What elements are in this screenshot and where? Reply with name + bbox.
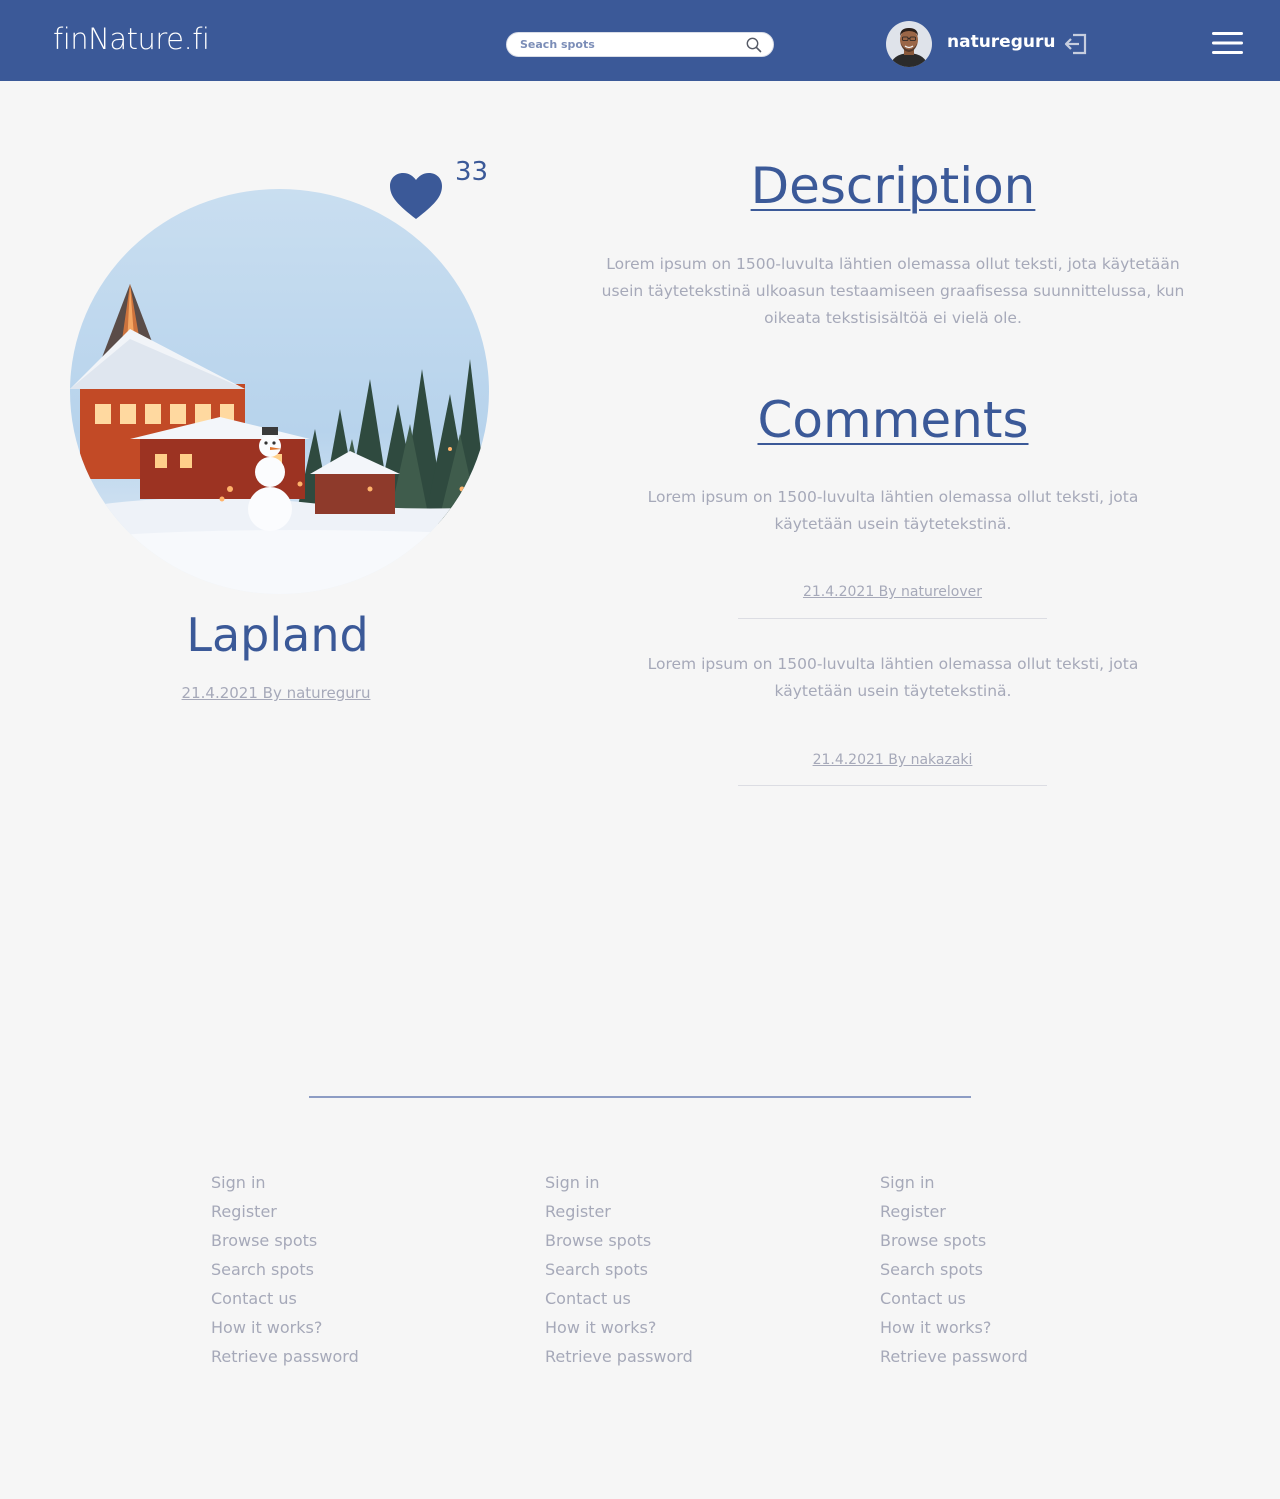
search-bar bbox=[506, 32, 774, 57]
footer-column-2: Sign in Register Browse spots Search spo… bbox=[545, 1170, 693, 1373]
spot-title: Lapland bbox=[186, 608, 369, 662]
hamburger-menu-icon[interactable] bbox=[1211, 30, 1243, 56]
footer-column-1: Sign in Register Browse spots Search spo… bbox=[211, 1170, 359, 1373]
footer-link-how-it-works[interactable]: How it works? bbox=[211, 1315, 359, 1344]
footer-link-search-spots[interactable]: Search spots bbox=[880, 1257, 1028, 1286]
footer-link-contact-us[interactable]: Contact us bbox=[880, 1286, 1028, 1315]
footer-link-search-spots[interactable]: Search spots bbox=[211, 1257, 359, 1286]
site-logo[interactable]: finNature.fi bbox=[53, 22, 210, 56]
top-nav-bar: finNature.fi natureguru bbox=[0, 0, 1280, 81]
spot-photo bbox=[70, 189, 489, 594]
footer-link-sign-in[interactable]: Sign in bbox=[880, 1170, 1028, 1199]
search-icon[interactable] bbox=[745, 36, 763, 54]
comment-divider bbox=[738, 618, 1047, 619]
comment-text: Lorem ipsum on 1500-luvulta lähtien olem… bbox=[647, 488, 1139, 533]
footer-link-retrieve-password[interactable]: Retrieve password bbox=[880, 1344, 1028, 1373]
footer-link-browse-spots[interactable]: Browse spots bbox=[545, 1228, 693, 1257]
footer-link-register[interactable]: Register bbox=[880, 1199, 1028, 1228]
like-count: 33 bbox=[455, 157, 489, 187]
footer-link-retrieve-password[interactable]: Retrieve password bbox=[545, 1344, 693, 1373]
spot-author-meta[interactable]: 21.4.2021 By natureguru bbox=[70, 684, 482, 702]
comments-heading: Comments bbox=[757, 391, 1029, 449]
username[interactable]: natureguru bbox=[947, 32, 1055, 52]
footer-divider bbox=[309, 1096, 971, 1098]
comment-text: Lorem ipsum on 1500-luvulta lähtien olem… bbox=[647, 655, 1139, 700]
footer-link-sign-in[interactable]: Sign in bbox=[545, 1170, 693, 1199]
footer-link-browse-spots[interactable]: Browse spots bbox=[211, 1228, 359, 1257]
user-avatar[interactable] bbox=[886, 21, 932, 67]
footer-link-register[interactable]: Register bbox=[211, 1199, 359, 1228]
description-heading: Description bbox=[750, 157, 1036, 215]
description-text: Lorem ipsum on 1500-luvulta lähtien olem… bbox=[601, 255, 1185, 327]
footer-link-retrieve-password[interactable]: Retrieve password bbox=[211, 1344, 359, 1373]
comment-divider bbox=[738, 785, 1047, 786]
footer-link-contact-us[interactable]: Contact us bbox=[211, 1286, 359, 1315]
footer-column-3: Sign in Register Browse spots Search spo… bbox=[880, 1170, 1028, 1373]
footer-link-browse-spots[interactable]: Browse spots bbox=[880, 1228, 1028, 1257]
footer-link-contact-us[interactable]: Contact us bbox=[545, 1286, 693, 1315]
footer-link-how-it-works[interactable]: How it works? bbox=[880, 1315, 1028, 1344]
search-input[interactable] bbox=[520, 36, 735, 53]
comment-author-meta[interactable]: 21.4.2021 By naturelover bbox=[738, 584, 1047, 600]
logout-icon[interactable] bbox=[1063, 32, 1089, 56]
footer-link-how-it-works[interactable]: How it works? bbox=[545, 1315, 693, 1344]
footer-link-register[interactable]: Register bbox=[545, 1199, 693, 1228]
footer-link-search-spots[interactable]: Search spots bbox=[545, 1257, 693, 1286]
comment-author-meta[interactable]: 21.4.2021 By nakazaki bbox=[738, 752, 1047, 768]
footer-link-sign-in[interactable]: Sign in bbox=[211, 1170, 359, 1199]
heart-icon[interactable] bbox=[388, 172, 444, 222]
